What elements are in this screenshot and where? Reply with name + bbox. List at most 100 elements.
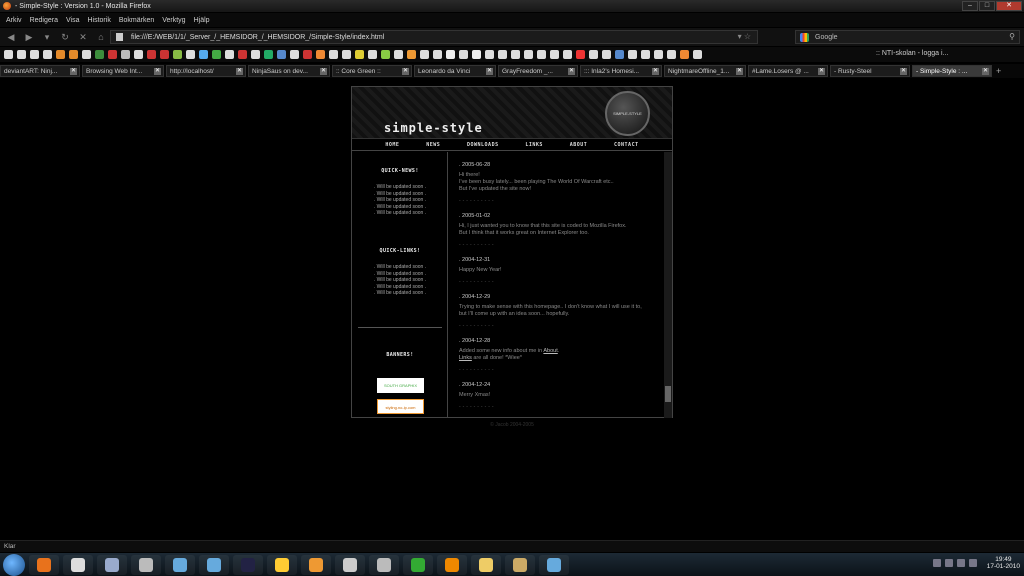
browser-tab[interactable]: Leonardo da Vinci ✕: [414, 65, 496, 77]
bookmark-icon[interactable]: [537, 50, 546, 59]
bookmark-icon[interactable]: [108, 50, 117, 59]
tab-close-icon[interactable]: ✕: [568, 68, 575, 75]
bookmark-icon[interactable]: [342, 50, 351, 59]
bookmark-icon[interactable]: [277, 50, 286, 59]
bookmark-icon[interactable]: [407, 50, 416, 59]
minimize-button[interactable]: –: [962, 1, 978, 11]
stop-icon[interactable]: ✕: [76, 31, 90, 43]
nav-news[interactable]: NEWS: [426, 142, 440, 148]
taskbar-app-icon[interactable]: [29, 554, 59, 575]
browser-tab[interactable]: - Rusty-Steel ✕: [830, 65, 910, 77]
tray-flag-icon[interactable]: [968, 559, 977, 567]
tray-arrow-icon[interactable]: [932, 559, 941, 567]
tab-close-icon[interactable]: ✕: [402, 68, 409, 75]
taskbar-app-icon[interactable]: [199, 554, 229, 575]
bookmark-icon[interactable]: [602, 50, 611, 59]
new-tab-icon[interactable]: +: [996, 66, 1001, 76]
close-button[interactable]: ✕: [996, 1, 1022, 11]
bookmark-icon[interactable]: [498, 50, 507, 59]
taskbar-app-icon[interactable]: [437, 554, 467, 575]
bookmark-icon[interactable]: [589, 50, 598, 59]
bookmark-icon[interactable]: [329, 50, 338, 59]
bookmark-icon[interactable]: [199, 50, 208, 59]
bookmark-icon[interactable]: [4, 50, 13, 59]
bookmark-icon[interactable]: [251, 50, 260, 59]
bookmark-icon[interactable]: [160, 50, 169, 59]
tab-close-icon[interactable]: ✕: [486, 68, 493, 75]
menu-hjalp[interactable]: Hjälp: [194, 17, 210, 24]
nav-home[interactable]: HOME: [385, 142, 399, 148]
bookmark-icon[interactable]: [225, 50, 234, 59]
browser-tab[interactable]: ::: Inla2's Homesi... ✕: [580, 65, 662, 77]
news-scrollbar[interactable]: [664, 152, 672, 418]
taskbar-app-icon[interactable]: [505, 554, 535, 575]
tab-close-icon[interactable]: ✕: [982, 68, 989, 75]
start-button[interactable]: [3, 553, 25, 576]
bookmark-icon[interactable]: [654, 50, 663, 59]
bookmark-icon[interactable]: [264, 50, 273, 59]
browser-tab[interactable]: http://localhost/ ✕: [166, 65, 246, 77]
clock[interactable]: 19:49 17-01-2010: [987, 556, 1020, 570]
browser-tab[interactable]: #Lame.Losers @ ... ✕: [748, 65, 828, 77]
taskbar-app-icon[interactable]: [131, 554, 161, 575]
taskbar-app-icon[interactable]: [97, 554, 127, 575]
tab-close-icon[interactable]: ✕: [320, 68, 327, 75]
bookmark-icon[interactable]: [56, 50, 65, 59]
taskbar-app-icon[interactable]: [233, 554, 263, 575]
bookmark-icon[interactable]: [186, 50, 195, 59]
banner-styling[interactable]: styling.no-ip.com: [377, 399, 424, 414]
browser-tab[interactable]: deviantART: Ninj... ✕: [0, 65, 80, 77]
bookmark-icon[interactable]: [394, 50, 403, 59]
taskbar-app-icon[interactable]: [267, 554, 297, 575]
taskbar-app-icon[interactable]: [369, 554, 399, 575]
bookmark-icon[interactable]: [368, 50, 377, 59]
menu-redigera[interactable]: Redigera: [30, 17, 58, 24]
nav-downloads[interactable]: DOWNLOADS: [467, 142, 499, 148]
scrollbar-thumb[interactable]: [665, 386, 671, 402]
maximize-button[interactable]: □: [979, 1, 995, 11]
bookmark-icon[interactable]: [511, 50, 520, 59]
about-link[interactable]: About: [543, 348, 557, 354]
menu-arkiv[interactable]: Arkiv: [6, 17, 22, 24]
tab-close-icon[interactable]: ✕: [652, 68, 659, 75]
browser-tab[interactable]: :: Core Green :: ✕: [332, 65, 412, 77]
bookmark-icon[interactable]: [433, 50, 442, 59]
menu-historik[interactable]: Historik: [87, 17, 110, 24]
bookmark-icon[interactable]: [628, 50, 637, 59]
bookmark-icon[interactable]: [667, 50, 676, 59]
bookmark-icon[interactable]: [446, 50, 455, 59]
bookmark-icon[interactable]: [693, 50, 702, 59]
bookmark-icon[interactable]: [17, 50, 26, 59]
nav-about[interactable]: ABOUT: [570, 142, 588, 148]
bookmark-icon[interactable]: [121, 50, 130, 59]
bookmark-star-icon[interactable]: ▾ ☆: [738, 32, 751, 41]
taskbar-app-icon[interactable]: [301, 554, 331, 575]
bookmark-icon[interactable]: [212, 50, 221, 59]
menu-visa[interactable]: Visa: [66, 17, 80, 24]
bookmark-icon[interactable]: [147, 50, 156, 59]
dropdown-icon[interactable]: ▾: [40, 31, 54, 43]
bookmark-icon[interactable]: [303, 50, 312, 59]
bookmark-icon[interactable]: [30, 50, 39, 59]
bookmark-icon[interactable]: [524, 50, 533, 59]
bookmark-icon[interactable]: [472, 50, 481, 59]
tab-close-icon[interactable]: ✕: [154, 68, 161, 75]
bookmark-icon[interactable]: [576, 50, 585, 59]
bookmark-icon[interactable]: [420, 50, 429, 59]
bookmark-icon[interactable]: [381, 50, 390, 59]
bookmark-icon[interactable]: [641, 50, 650, 59]
tab-close-icon[interactable]: ✕: [736, 68, 743, 75]
taskbar-app-icon[interactable]: [335, 554, 365, 575]
search-bar[interactable]: Google ⚲: [795, 30, 1020, 44]
taskbar-app-icon[interactable]: [539, 554, 569, 575]
bookmark-icon[interactable]: [173, 50, 182, 59]
taskbar-app-icon[interactable]: [403, 554, 433, 575]
bookmark-icon[interactable]: [95, 50, 104, 59]
nav-links[interactable]: LINKS: [525, 142, 543, 148]
tray-network-icon[interactable]: [944, 559, 953, 567]
back-icon[interactable]: ◀: [4, 31, 18, 43]
tab-close-icon[interactable]: ✕: [236, 68, 243, 75]
links-link[interactable]: Links: [459, 355, 472, 361]
reload-icon[interactable]: ↻: [58, 31, 72, 43]
forward-icon[interactable]: ▶: [22, 31, 36, 43]
